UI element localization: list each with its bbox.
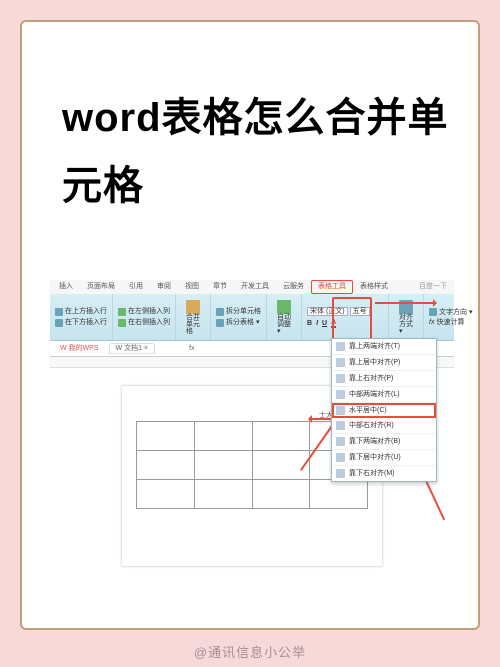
btn-bold[interactable]: B	[307, 320, 312, 327]
align-bl-icon	[336, 437, 345, 446]
mi-mid-right[interactable]: 中部右对齐(R)	[332, 418, 436, 434]
grp-align: 对齐方式 ▾	[389, 294, 424, 340]
align-mr-icon	[336, 421, 345, 430]
tab-ref[interactable]: 引用	[122, 280, 150, 294]
btn-color[interactable]: A	[331, 319, 336, 328]
grp-merge: 合并单元格	[176, 294, 211, 340]
btn-underline[interactable]: U	[322, 320, 327, 327]
table-row	[137, 480, 368, 509]
align-tl-icon	[336, 342, 345, 351]
text-dir-icon	[429, 308, 437, 316]
split-cell-icon	[216, 308, 224, 316]
btn-fx[interactable]: fx快速计算	[428, 318, 473, 327]
tab-insert[interactable]: 插入	[52, 280, 80, 294]
table-cell[interactable]	[252, 451, 310, 480]
grp-right: 文字方向 ▾ fx快速计算	[424, 294, 477, 340]
align-menu: 靠上两端对齐(T) 靠上居中对齐(P) 靠上右对齐(P) 中部两端对齐(L) 水…	[331, 338, 437, 482]
btn-insert-col-left[interactable]: 在左侧插入列	[117, 307, 171, 317]
row-below-icon	[55, 319, 63, 327]
btn-italic[interactable]: I	[316, 320, 318, 327]
table-cell[interactable]	[137, 422, 195, 451]
align-br-icon	[336, 469, 345, 478]
table-cell[interactable]	[137, 451, 195, 480]
font-style-row: B I U A	[306, 318, 384, 329]
font-size[interactable]: 五号	[350, 307, 370, 316]
btn-align[interactable]: 对齐方式 ▾	[393, 298, 419, 337]
mi-bot-center[interactable]: 靠下居中对齐(U)	[332, 450, 436, 466]
col-right-icon	[118, 319, 126, 327]
btn-merge-cells[interactable]: 合并单元格	[180, 298, 206, 337]
align-ml-icon	[336, 390, 345, 399]
btn-insert-col-right[interactable]: 在右侧插入列	[117, 318, 171, 328]
btn-autofit[interactable]: 自动调整 ▾	[271, 298, 297, 337]
app-screenshot: 插入 页面布局 引用 审阅 视图 章节 开发工具 云服务 表格工具 表格样式 百…	[50, 280, 454, 600]
btn-insert-row-below[interactable]: 在下方插入行	[54, 318, 108, 328]
file-tab[interactable]: W 文档1 ×	[109, 343, 156, 354]
watermark: @通讯信息小公举	[0, 642, 500, 661]
fx-bar[interactable]: fx	[189, 345, 194, 352]
autofit-icon	[277, 300, 291, 314]
tab-section[interactable]: 章节	[206, 280, 234, 294]
align-tc-icon	[336, 358, 345, 367]
align-bc-icon	[336, 453, 345, 462]
fx-icon: fx	[429, 319, 434, 326]
grp-split: 拆分单元格 拆分表格 ▾	[211, 294, 267, 340]
card-frame: word表格怎么合并单元格 插入 页面布局 引用 审阅 视图 章节 开发工具 云…	[20, 20, 480, 630]
align-icon	[399, 300, 413, 314]
font-name[interactable]: 宋体 (正文)	[307, 307, 348, 316]
btn-text-dir[interactable]: 文字方向 ▾	[428, 307, 473, 317]
table-cell[interactable]	[194, 422, 252, 451]
tab-table-tools[interactable]: 表格工具	[311, 280, 353, 294]
ribbon: 在上方插入行 在下方插入行 在左侧插入列 在右侧插入列 合并单元格 拆分单元格 …	[50, 294, 454, 341]
row-above-icon	[55, 308, 63, 316]
mi-top-right[interactable]: 靠上右对齐(P)	[332, 371, 436, 387]
table-cell[interactable]	[252, 422, 310, 451]
font-row: 宋体 (正文) 五号	[306, 306, 384, 317]
grp-cols: 在左侧插入列 在右侧插入列	[113, 294, 176, 340]
mi-top-both[interactable]: 靠上两端对齐(T)	[332, 339, 436, 355]
table-cell[interactable]	[310, 480, 368, 509]
mi-bot-both[interactable]: 靠下两端对齐(B)	[332, 434, 436, 450]
mi-mid-both[interactable]: 中部两端对齐(L)	[332, 387, 436, 403]
col-left-icon	[118, 308, 126, 316]
tab-cloud[interactable]: 云服务	[276, 280, 311, 294]
tab-layout[interactable]: 页面布局	[80, 280, 122, 294]
mi-top-center[interactable]: 靠上居中对齐(P)	[332, 355, 436, 371]
btn-split-table[interactable]: 拆分表格 ▾	[215, 318, 262, 328]
search-box[interactable]: 百度一下	[412, 280, 454, 294]
table-cell[interactable]	[252, 480, 310, 509]
align-mc-icon	[336, 406, 345, 415]
merge-icon	[186, 300, 200, 314]
tab-dev[interactable]: 开发工具	[234, 280, 276, 294]
mi-bot-right[interactable]: 靠下右对齐(M)	[332, 466, 436, 481]
table-cell[interactable]	[137, 480, 195, 509]
split-table-icon	[216, 319, 224, 327]
ribbon-tabs: 插入 页面布局 引用 审阅 视图 章节 开发工具 云服务 表格工具 表格样式 百…	[50, 280, 454, 294]
grp-autofit: 自动调整 ▾	[267, 294, 302, 340]
tab-review[interactable]: 审阅	[150, 280, 178, 294]
table-cell[interactable]	[194, 480, 252, 509]
tab-table-style[interactable]: 表格样式	[353, 280, 395, 294]
tutorial-title: word表格怎么合并单元格	[62, 84, 462, 220]
grp-rows: 在上方插入行 在下方插入行	[50, 294, 113, 340]
btn-insert-row-above[interactable]: 在上方插入行	[54, 307, 108, 317]
mi-center[interactable]: 水平居中(C)	[332, 403, 436, 418]
grp-font: 宋体 (正文) 五号 B I U A	[302, 294, 389, 340]
table-cell[interactable]	[194, 451, 252, 480]
wps-tab[interactable]: W 我的WPS	[54, 344, 105, 353]
align-tr-icon	[336, 374, 345, 383]
btn-split-cell[interactable]: 拆分单元格	[215, 307, 262, 317]
tab-view[interactable]: 视图	[178, 280, 206, 294]
